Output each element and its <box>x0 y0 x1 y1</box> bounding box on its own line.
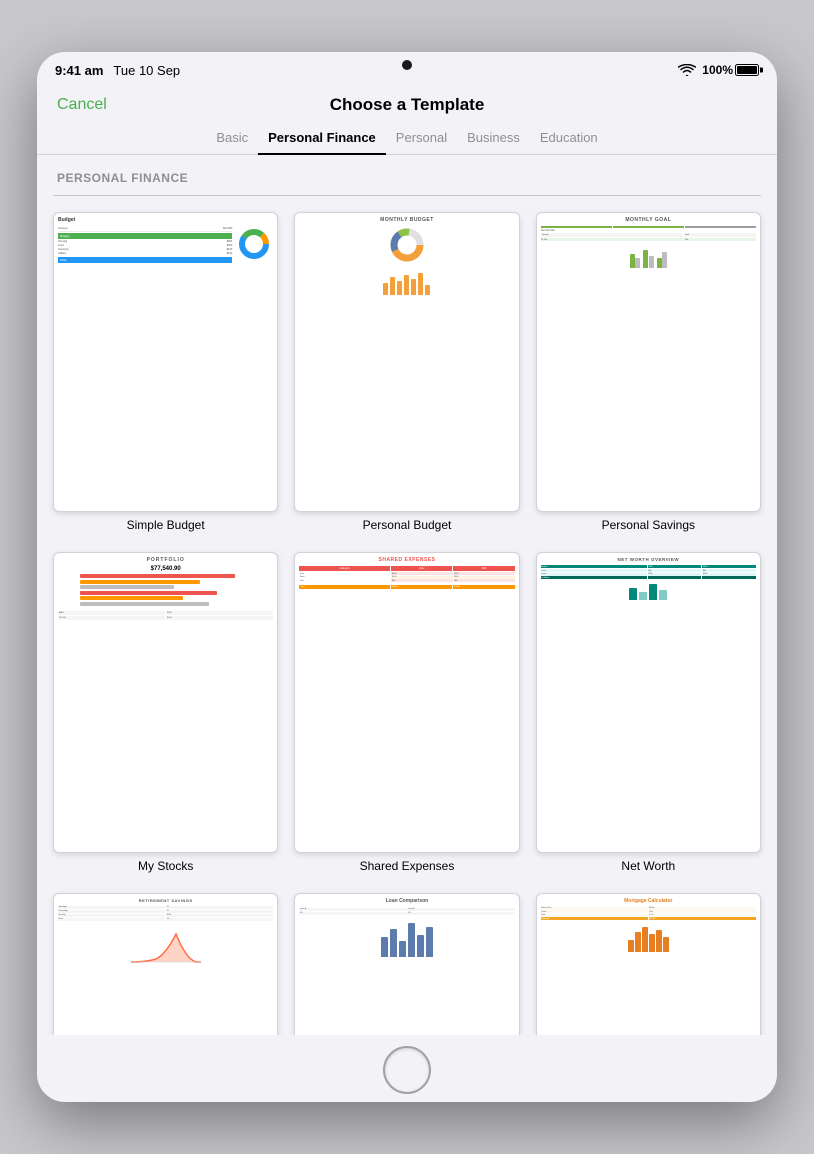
template-label-net-worth: Net Worth <box>621 859 675 873</box>
category-tabs: Basic Personal Finance Personal Business… <box>37 118 777 155</box>
template-thumb-mortgage-calculator: Mortgage Calculator Home Price $350k Dow… <box>536 893 761 1035</box>
template-thumb-shared-expenses: SHARED EXPENSES Category Alice Bob Rent … <box>294 552 519 852</box>
template-retirement-savings[interactable]: RETIREMENT SAVINGS Start Age 25 Retire A… <box>53 893 278 1035</box>
status-bar: 9:41 am Tue 10 Sep 100% <box>37 52 777 88</box>
device-frame: 9:41 am Tue 10 Sep 100% Cancel Choose a … <box>37 52 777 1102</box>
status-date: Tue 10 Sep <box>113 63 180 78</box>
template-label-shared-expenses: Shared Expenses <box>360 859 455 873</box>
battery-indicator: 100% <box>702 63 759 77</box>
battery-percent: 100% <box>702 63 733 77</box>
template-thumb-my-stocks: PORTFOLIO $77,540.90 AAPL $185 <box>53 552 278 852</box>
home-button[interactable] <box>383 1046 431 1094</box>
personal-finance-grid: Budget Income$2,000 Budget Housing$800 <box>53 212 761 1035</box>
template-personal-budget[interactable]: MONTHLY BUDGET <box>294 212 519 532</box>
tab-personal-finance[interactable]: Personal Finance <box>258 126 386 155</box>
template-thumb-loan-comparison: Loan Comparison Loan A Loan B 3% 5% <box>294 893 519 1035</box>
status-right: 100% <box>678 63 759 77</box>
template-label-personal-savings: Personal Savings <box>602 518 695 532</box>
tab-basic[interactable]: Basic <box>206 126 258 154</box>
section-header-personal-finance: PERSONAL FINANCE <box>53 155 761 196</box>
template-thumb-retirement-savings: RETIREMENT SAVINGS Start Age 25 Retire A… <box>53 893 278 1035</box>
template-content: PERSONAL FINANCE Budget Income$2,000 <box>37 155 777 1035</box>
template-thumb-personal-budget: MONTHLY BUDGET <box>294 212 519 512</box>
tab-personal[interactable]: Personal <box>386 126 457 154</box>
template-shared-expenses[interactable]: SHARED EXPENSES Category Alice Bob Rent … <box>294 552 519 872</box>
template-label-simple-budget: Simple Budget <box>127 518 205 532</box>
template-label-personal-budget: Personal Budget <box>363 518 452 532</box>
template-my-stocks[interactable]: PORTFOLIO $77,540.90 AAPL $185 <box>53 552 278 872</box>
battery-icon <box>735 64 759 76</box>
nav-bar: Cancel Choose a Template <box>37 88 777 118</box>
template-loan-comparison[interactable]: Loan Comparison Loan A Loan B 3% 5% <box>294 893 519 1035</box>
status-time: 9:41 am <box>55 63 103 78</box>
template-thumb-simple-budget: Budget Income$2,000 Budget Housing$800 <box>53 212 278 512</box>
template-mortgage-calculator[interactable]: Mortgage Calculator Home Price $350k Dow… <box>536 893 761 1035</box>
tab-education[interactable]: Education <box>530 126 608 154</box>
template-net-worth[interactable]: NET WORTH OVERVIEW Assets 2023 2024 Cash… <box>536 552 761 872</box>
wifi-icon <box>678 64 696 77</box>
template-simple-budget[interactable]: Budget Income$2,000 Budget Housing$800 <box>53 212 278 532</box>
battery-fill <box>737 66 757 74</box>
cancel-button[interactable]: Cancel <box>57 92 107 118</box>
status-left: 9:41 am Tue 10 Sep <box>55 63 180 78</box>
template-personal-savings[interactable]: MONTHLY GOAL Jan Feb Mar Savings Goal <box>536 212 761 532</box>
page-title: Choose a Template <box>330 95 485 115</box>
home-button-area <box>37 1035 777 1102</box>
template-label-my-stocks: My Stocks <box>138 859 193 873</box>
template-thumb-net-worth: NET WORTH OVERVIEW Assets 2023 2024 Cash… <box>536 552 761 852</box>
tab-business[interactable]: Business <box>457 126 530 154</box>
template-thumb-personal-savings: MONTHLY GOAL Jan Feb Mar Savings Goal <box>536 212 761 512</box>
camera-notch <box>402 60 412 70</box>
